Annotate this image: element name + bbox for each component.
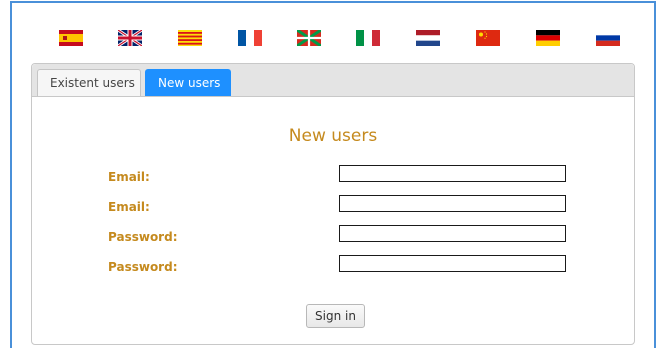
language-bar bbox=[12, 3, 654, 63]
catalonia-flag-icon[interactable] bbox=[178, 30, 202, 46]
sign-in-button[interactable]: Sign in bbox=[306, 304, 365, 328]
password-field[interactable] bbox=[339, 225, 566, 242]
france-flag-icon[interactable] bbox=[238, 30, 262, 46]
app-frame: Existent users New users New users Email… bbox=[10, 1, 656, 348]
spain-flag-icon[interactable] bbox=[59, 30, 83, 46]
italy-flag-icon[interactable] bbox=[356, 30, 380, 46]
email-confirm-field[interactable] bbox=[339, 195, 566, 212]
tab-existent-users[interactable]: Existent users bbox=[37, 69, 141, 96]
tab-bar: Existent users New users bbox=[32, 64, 634, 97]
china-flag-icon[interactable] bbox=[476, 30, 500, 46]
basque-flag-icon[interactable] bbox=[297, 30, 321, 46]
germany-flag-icon[interactable] bbox=[536, 30, 560, 46]
russia-flag-icon[interactable] bbox=[596, 30, 620, 46]
users-panel: Existent users New users New users Email… bbox=[31, 63, 635, 345]
uk-flag-icon[interactable] bbox=[118, 30, 142, 46]
password-confirm-label: Password: bbox=[108, 260, 178, 274]
form-title: New users bbox=[288, 126, 378, 146]
password-confirm-field[interactable] bbox=[339, 255, 566, 272]
tab-new-users[interactable]: New users bbox=[145, 69, 231, 96]
email-confirm-label: Email: bbox=[108, 200, 150, 214]
email-label: Email: bbox=[108, 170, 150, 184]
netherlands-flag-icon[interactable] bbox=[416, 30, 440, 46]
email-field[interactable] bbox=[339, 165, 566, 182]
password-label: Password: bbox=[108, 230, 178, 244]
